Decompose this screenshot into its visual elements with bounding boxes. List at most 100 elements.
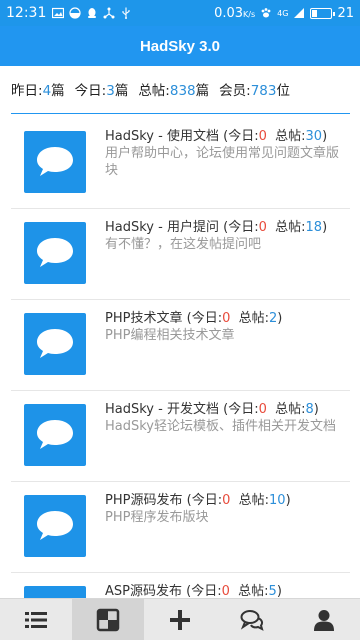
qq-penguin-icon bbox=[88, 8, 97, 18]
forum-name: HadSky - 用户提问 bbox=[105, 220, 219, 235]
plus-icon bbox=[170, 609, 190, 630]
forum-description: 有不懂？，在这发帖提问吧 bbox=[105, 237, 262, 252]
forum-total-label: 总帖: bbox=[238, 584, 269, 599]
forum-name: ASP源码发布 bbox=[105, 584, 182, 599]
forum-meta: HadSky - 开发文档 (今日:0 总帖:8) HadSky轻论坛模板、插件相… bbox=[105, 401, 349, 435]
forum-today-label: 今日: bbox=[191, 493, 223, 508]
forum-total-count: 5 bbox=[268, 584, 277, 599]
stat-members-label: 会员: bbox=[219, 83, 251, 99]
stat-members-value: 783 bbox=[250, 83, 277, 99]
forum-title-line: PHP技术文章 (今日:0 总帖:2) bbox=[105, 311, 283, 326]
forum-thumbnail bbox=[24, 222, 86, 284]
forum-total-count: 30 bbox=[305, 129, 323, 144]
forum-today-label: 今日: bbox=[228, 129, 259, 144]
stat-total-label: 总帖: bbox=[138, 83, 170, 99]
network-speed: 0.03K/s bbox=[214, 6, 255, 21]
speech-bubble-icon bbox=[37, 147, 73, 176]
bottom-nav bbox=[0, 598, 360, 640]
nav-board-button[interactable] bbox=[72, 599, 144, 640]
forum-today-count: 0 bbox=[258, 220, 267, 235]
stat-today: 今日:3篇 bbox=[75, 79, 129, 99]
forum-total-label: 总帖: bbox=[238, 311, 270, 326]
stats-divider bbox=[11, 113, 350, 114]
forum-title-line: PHP源码发布 (今日:0 总帖:10) bbox=[105, 493, 291, 508]
forum-meta: HadSky - 使用文档 (今日:0 总帖:30) 用户帮助中心，论坛使用常见问… bbox=[105, 128, 349, 179]
forum-item[interactable]: PHP技术文章 (今日:0 总帖:2) PHP编程相关技术文章 bbox=[11, 300, 350, 391]
app-bar: HadSky 3.0 bbox=[0, 26, 360, 66]
forum-name: HadSky - 使用文档 bbox=[105, 129, 219, 144]
status-bar: 12:31 0.03K/s 4G 21 bbox=[0, 0, 360, 26]
forum-description: PHP程序发布版块 bbox=[105, 510, 209, 525]
forum-description: HadSky轻论坛模板、插件相关开发文档 bbox=[105, 419, 337, 434]
nav-list-button[interactable] bbox=[0, 599, 72, 640]
forum-meta: HadSky - 用户提问 (今日:0 总帖:18) 有不懂？，在这发帖提问吧 bbox=[105, 219, 349, 253]
forum-today-count: 0 bbox=[258, 129, 267, 144]
list-icon bbox=[25, 611, 47, 628]
stat-today-value: 3 bbox=[106, 83, 115, 99]
forum-today-count: 0 bbox=[258, 402, 267, 417]
nav-profile-button[interactable] bbox=[288, 599, 360, 640]
stat-yesterday-label: 昨日: bbox=[11, 83, 43, 99]
stat-today-unit: 篇 bbox=[114, 83, 129, 99]
forum-today-label: 今日: bbox=[228, 220, 259, 235]
forum-title-line: HadSky - 使用文档 (今日:0 总帖:30) bbox=[105, 129, 328, 144]
forum-meta: PHP源码发布 (今日:0 总帖:10) PHP程序发布版块 bbox=[105, 492, 349, 526]
forum-total-count: 2 bbox=[269, 311, 278, 326]
image-icon bbox=[52, 7, 65, 19]
paw-icon bbox=[261, 8, 271, 18]
share-icon bbox=[103, 7, 115, 19]
forum-thumbnail bbox=[24, 313, 86, 375]
stat-total: 总帖:838篇 bbox=[138, 79, 209, 99]
forum-total-count: 18 bbox=[305, 220, 323, 235]
forum-total-label: 总帖: bbox=[275, 129, 306, 144]
user-icon bbox=[314, 609, 334, 631]
speech-bubble-icon bbox=[37, 420, 73, 449]
nav-messages-button[interactable] bbox=[216, 599, 288, 640]
forum-total-count: 10 bbox=[269, 493, 286, 508]
forum-item[interactable]: HadSky - 用户提问 (今日:0 总帖:18) 有不懂？，在这发帖提问吧 bbox=[11, 209, 350, 300]
forum-total-label: 总帖: bbox=[238, 493, 270, 508]
stat-today-label: 今日: bbox=[74, 83, 107, 99]
forum-meta: PHP技术文章 (今日:0 总帖:2) PHP编程相关技术文章 bbox=[105, 310, 349, 344]
half-circle-icon bbox=[69, 7, 81, 19]
board-icon bbox=[96, 608, 120, 631]
battery-level: 21 bbox=[337, 5, 354, 21]
stat-yesterday-value: 4 bbox=[42, 83, 52, 99]
forum-today-count: 0 bbox=[222, 311, 231, 326]
forum-description: PHP编程相关技术文章 bbox=[105, 328, 235, 343]
stat-total-unit: 篇 bbox=[195, 83, 210, 99]
forum-name: HadSky - 开发文档 bbox=[105, 402, 219, 417]
forum-item[interactable]: HadSky - 使用文档 (今日:0 总帖:30) 用户帮助中心，论坛使用常见问… bbox=[11, 118, 350, 209]
signal-type: 4G bbox=[277, 8, 289, 18]
forum-today-label: 今日: bbox=[191, 311, 223, 326]
chat-icon bbox=[240, 609, 264, 631]
site-stats: 昨日:4篇 今日:3篇 总帖:838篇 会员:783位 bbox=[0, 66, 360, 112]
forum-thumbnail bbox=[24, 404, 86, 466]
network-speed-unit: K/s bbox=[243, 9, 256, 19]
forum-list: HadSky - 使用文档 (今日:0 总帖:30) 用户帮助中心，论坛使用常见问… bbox=[11, 118, 350, 640]
forum-description: 用户帮助中心，论坛使用常见问题文章版块 bbox=[105, 146, 340, 178]
forum-thumbnail bbox=[24, 495, 86, 557]
speech-bubble-icon bbox=[37, 238, 73, 267]
forum-item[interactable]: HadSky - 开发文档 (今日:0 总帖:8) HadSky轻论坛模板、插件相… bbox=[11, 391, 350, 482]
status-time: 12:31 bbox=[6, 5, 47, 21]
app-screen: { "status_bar": { "time": "12:31", "spee… bbox=[0, 0, 360, 640]
stat-total-value: 838 bbox=[169, 83, 196, 99]
forum-item[interactable]: PHP源码发布 (今日:0 总帖:10) PHP程序发布版块 bbox=[11, 482, 350, 573]
forum-today-count: 0 bbox=[222, 493, 231, 508]
stat-yesterday-unit: 篇 bbox=[51, 83, 65, 99]
stat-members-unit: 位 bbox=[276, 83, 291, 99]
forum-name: PHP源码发布 bbox=[105, 493, 183, 508]
battery-fill bbox=[312, 9, 317, 17]
forum-total-label: 总帖: bbox=[275, 220, 306, 235]
speech-bubble-icon bbox=[37, 511, 73, 540]
forum-today-label: 今日: bbox=[191, 584, 222, 599]
forum-today-label: 今日: bbox=[228, 402, 259, 417]
battery-icon bbox=[310, 7, 336, 19]
stat-yesterday: 昨日:4篇 bbox=[11, 79, 65, 99]
stat-members: 会员:783位 bbox=[219, 79, 290, 99]
page-title: HadSky 3.0 bbox=[139, 37, 221, 55]
nav-new-post-button[interactable] bbox=[144, 599, 216, 640]
usb-icon bbox=[122, 7, 130, 19]
forum-total-count: 8 bbox=[305, 402, 314, 417]
